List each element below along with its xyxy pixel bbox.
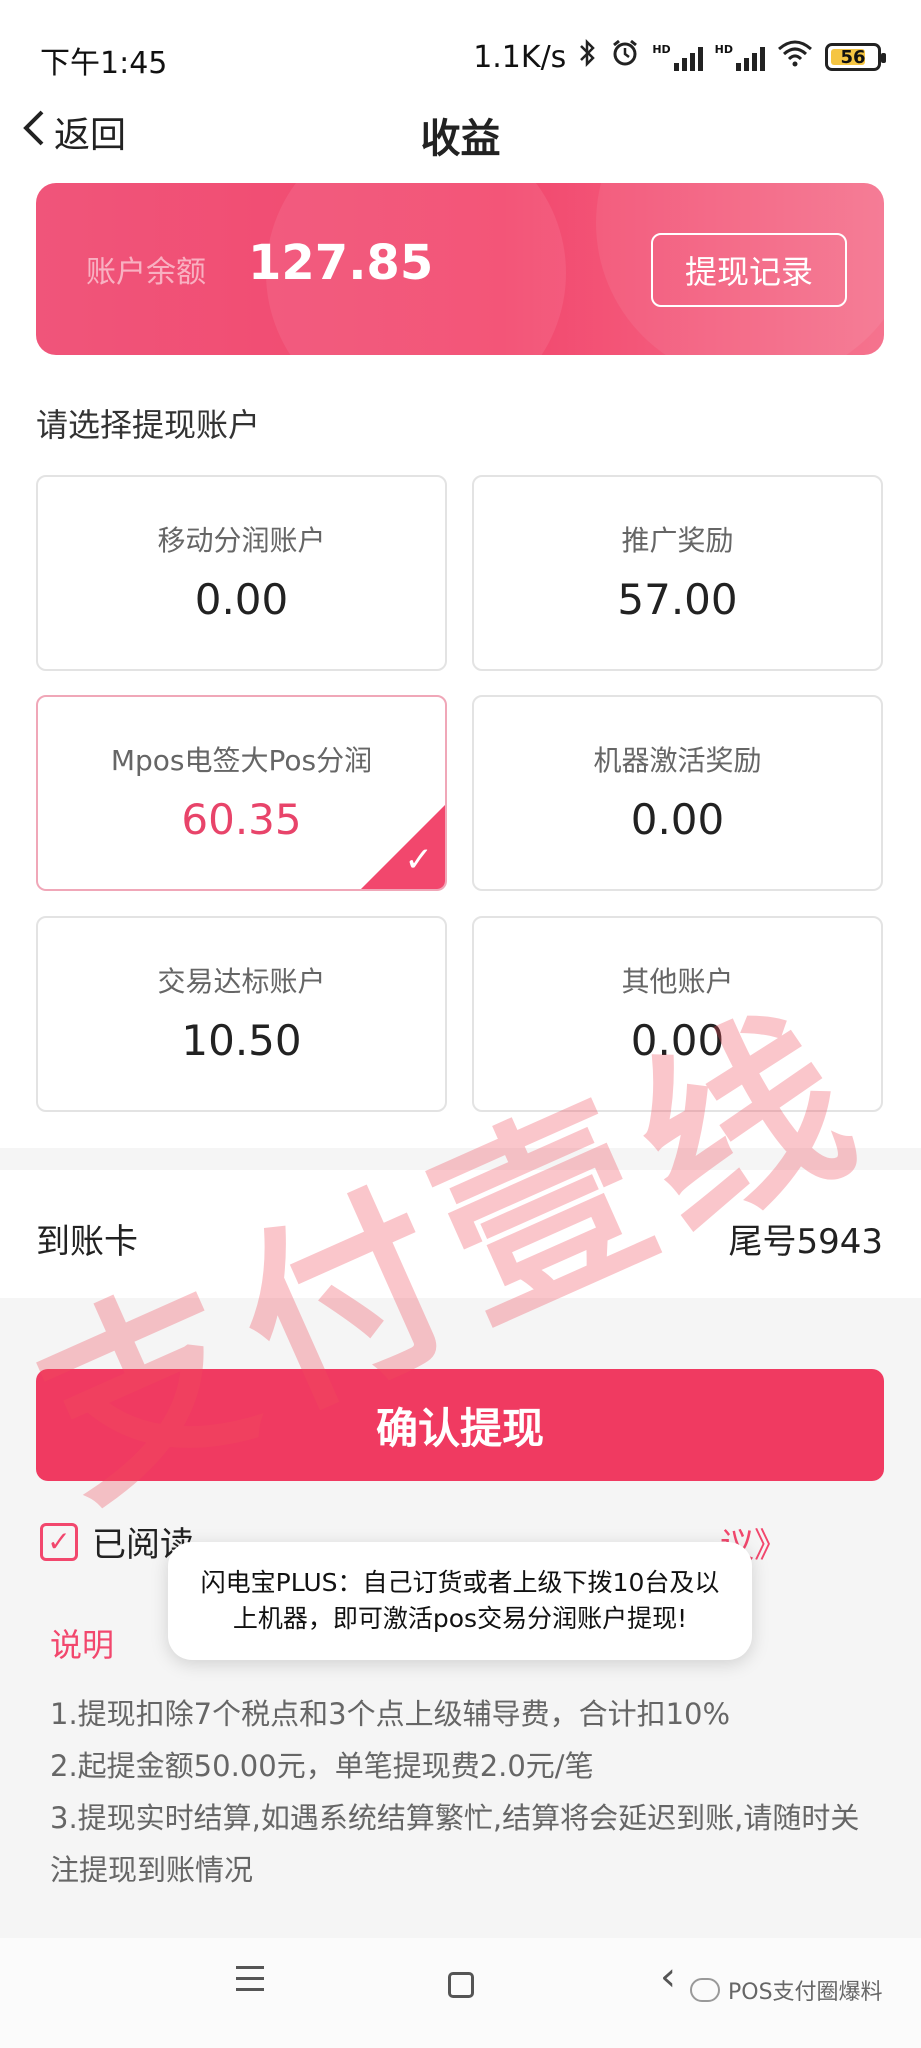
balance-label: 账户余额	[86, 255, 206, 290]
sim1-hd-label: HD	[652, 43, 671, 56]
home-icon[interactable]	[448, 1972, 474, 1998]
account-amount: 0.00	[194, 575, 289, 624]
account-amount: 0.00	[630, 1016, 725, 1065]
wechat-icon	[690, 1978, 720, 2002]
toast-text: 闪电宝PLUS：自己订货或者上级下拨10台及以上机器，即可激活pos交易分润账户…	[200, 1568, 720, 1633]
agreement-checkbox[interactable]: ✓	[40, 1522, 78, 1561]
account-card-activation-reward[interactable]: 机器激活奖励 0.00	[472, 695, 883, 891]
balance-value: 127.85	[248, 235, 434, 291]
badge-text: POS支付圈爆料	[728, 1980, 883, 2005]
withdraw-record-button[interactable]: 提现记录	[651, 233, 847, 307]
account-amount: 10.50	[181, 1016, 302, 1065]
account-name: 交易达标账户	[157, 965, 326, 998]
confirm-withdraw-button[interactable]: 确认提现	[36, 1369, 884, 1481]
note-item: 1.提现扣除7个税点和3个点上级辅导费，合计扣10%	[50, 1697, 731, 1731]
account-card-promotion-reward[interactable]: 推广奖励 57.00	[472, 475, 883, 671]
system-nav-bar: ‹ POS支付圈爆料	[0, 1938, 921, 2048]
account-card-mpos-share[interactable]: Mpos电签大Pos分润 60.35 ✓	[36, 695, 447, 891]
account-name: 推广奖励	[621, 524, 734, 557]
signal-icon-sim2: HD	[715, 43, 765, 71]
sim2-hd-label: HD	[714, 43, 733, 56]
battery-level: 56	[840, 46, 866, 68]
battery-icon: 56	[825, 43, 886, 71]
receive-card-value: 尾号5943	[728, 1222, 883, 1262]
status-time: 下午1:45	[40, 46, 168, 81]
account-card-other[interactable]: 其他账户 0.00	[472, 916, 883, 1112]
network-speed: 1.1K/s	[473, 39, 567, 75]
bluetooth-icon	[578, 38, 598, 76]
toast-message: 闪电宝PLUS：自己订货或者上级下拨10台及以上机器，即可激活pos交易分润账户…	[168, 1542, 752, 1660]
account-name: Mpos电签大Pos分润	[110, 744, 373, 777]
alarm-icon	[610, 38, 640, 76]
receive-card-label: 到账卡	[36, 1222, 138, 1262]
account-amount: 57.00	[617, 575, 738, 624]
header: 返回 收益	[0, 96, 921, 166]
account-amount: 0.00	[630, 795, 725, 844]
nav-back-icon[interactable]: ‹	[660, 1954, 676, 2000]
note-item: 2.起提金额50.00元，单笔提现费2.0元/笔	[50, 1749, 594, 1783]
status-icons: 1.1K/s HD HD 56	[473, 38, 886, 76]
status-bar: 下午1:45 1.1K/s HD HD 56	[0, 0, 921, 110]
account-name: 其他账户	[621, 965, 734, 998]
receive-card-row[interactable]: 到账卡 尾号5943	[0, 1170, 921, 1298]
section-title: 请选择提现账户	[36, 406, 261, 444]
account-card-mobile-share[interactable]: 移动分润账户 0.00	[36, 475, 447, 671]
account-name: 机器激活奖励	[593, 744, 762, 777]
wechat-badge: POS支付圈爆料	[690, 1974, 883, 2006]
page-title: 收益	[420, 116, 501, 162]
balance-card: 账户余额 127.85 提现记录	[36, 183, 884, 355]
account-card-trade-target[interactable]: 交易达标账户 10.50	[36, 916, 447, 1112]
checkmark-icon: ✓	[47, 1525, 71, 1558]
divider	[0, 1148, 921, 1170]
checkmark-icon: ✓	[404, 840, 434, 880]
wifi-icon	[777, 39, 813, 75]
note-item: 3.提现实时结算,如遇系统结算繁忙,结算将会延迟到账,请随时关注提现到账情况	[50, 1801, 860, 1887]
notes-title: 说明	[50, 1626, 115, 1664]
account-name: 移动分润账户	[157, 524, 326, 557]
signal-icon-sim1: HD	[652, 43, 703, 71]
notes-list: 1.提现扣除7个税点和3个点上级辅导费，合计扣10% 2.起提金额50.00元，…	[50, 1688, 870, 1896]
menu-icon[interactable]	[230, 1958, 270, 2018]
